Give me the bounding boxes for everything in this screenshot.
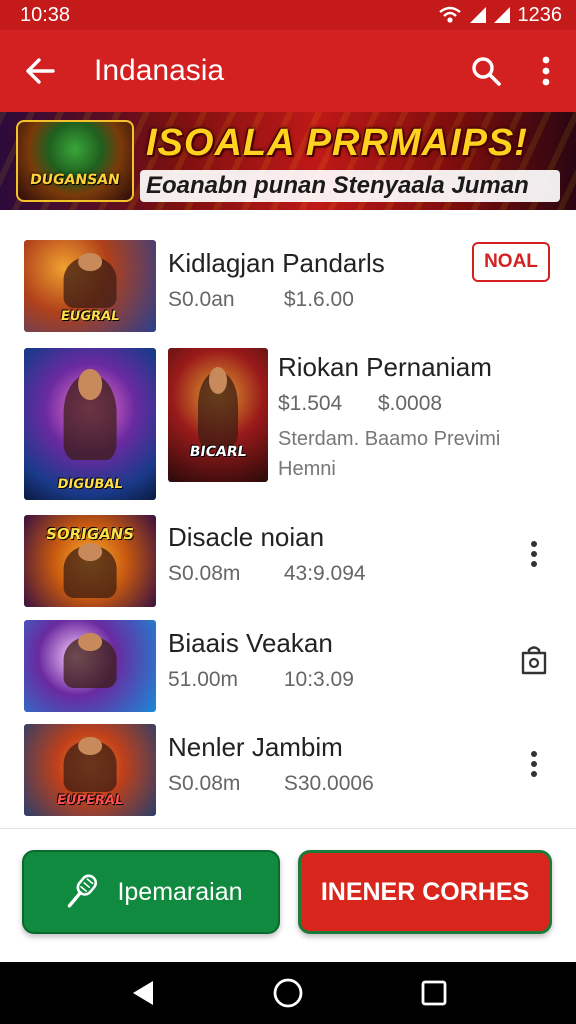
list-item[interactable]: DIGUBAL BICARL Riokan Pernaniam $1.504 $… <box>0 346 576 504</box>
banner-headline: ISOALA PRRMAIPS! <box>146 122 528 164</box>
game-logo-text: DUGANSAN <box>29 172 121 188</box>
list-item[interactable]: EUPERAL Nenler Jambim S0.08m S30.0006 <box>0 720 576 820</box>
nav-recents-icon[interactable] <box>421 980 447 1006</box>
item-meta-a: $1.504 <box>278 392 343 415</box>
app-title: Indanasia <box>94 54 225 87</box>
thumbnail-caption: DIGUBAL <box>56 477 124 492</box>
item-meta-b: S30.0006 <box>283 772 374 795</box>
search-icon <box>472 57 501 86</box>
item-title: Kidlagjan Pandarls <box>168 248 385 278</box>
thumbnail-caption: BICARL <box>188 444 248 460</box>
item-overflow-button[interactable] <box>514 744 554 784</box>
item-title: Biaais Veakan <box>168 628 333 658</box>
shopping-bag-icon <box>521 646 547 675</box>
app-bar: Indanasia <box>0 30 576 112</box>
thumbnail-caption: EUGRAL <box>59 309 121 324</box>
item-meta: S0.0an $1.6.00 <box>168 288 354 312</box>
item-meta: $1.504 $.0008 <box>278 392 442 416</box>
more-vert-icon <box>542 56 550 86</box>
search-button[interactable] <box>456 30 516 112</box>
banner-subline: Eoanabn punan Stenyaala Juman <box>140 170 560 202</box>
more-vert-icon <box>531 751 537 757</box>
wifi-icon <box>438 6 461 23</box>
secondary-action-button[interactable]: INENER CORHES <box>298 850 552 934</box>
status-bar: 10:38 1236 <box>0 0 576 30</box>
item-meta: 51.00m 10:3.09 <box>168 668 354 692</box>
thumbnail-caption: EUPERAL <box>55 793 125 808</box>
status-badge[interactable]: NOAL <box>472 242 550 282</box>
item-meta-b: 10:3.09 <box>283 668 354 691</box>
promo-banner[interactable]: DUGANSAN ISOALA PRRMAIPS! Eoanabn punan … <box>0 112 576 210</box>
primary-action-label: Ipemaraian <box>117 877 243 906</box>
item-meta: S0.08m S30.0006 <box>168 772 374 796</box>
item-title: Nenler Jambim <box>168 732 343 762</box>
nav-home-icon[interactable] <box>272 977 304 1009</box>
signal-icon-2 <box>493 7 510 23</box>
thumbnail-caption: SORIGANS <box>44 525 136 543</box>
status-time: 10:38 <box>20 3 71 26</box>
primary-action-button[interactable]: Ipemaraian <box>22 850 280 934</box>
game-logo: DUGANSAN <box>16 120 134 202</box>
item-meta-a: S0.08m <box>168 562 241 585</box>
game-list: EUGRAL Kidlagjan Pandarls S0.0an $1.6.00… <box>0 210 576 828</box>
arrow-left-icon <box>26 58 55 84</box>
battery-text: 1236 <box>517 3 563 26</box>
list-item[interactable]: SORIGANS Disacle noian S0.08m 43:9.094 <box>0 512 576 612</box>
game-thumbnail: EUPERAL <box>24 724 156 816</box>
more-vert-icon <box>531 541 537 547</box>
item-title: Disacle noian <box>168 522 325 552</box>
signal-icon <box>469 7 486 23</box>
secondary-action-label: INENER CORHES <box>320 877 530 906</box>
overflow-menu-button[interactable] <box>516 30 576 112</box>
list-item[interactable]: Biaais Veakan 51.00m 10:3.09 <box>0 616 576 716</box>
nav-back-icon[interactable] <box>129 979 155 1007</box>
item-meta-b: 43:9.094 <box>283 562 366 585</box>
item-overflow-button[interactable] <box>514 534 554 574</box>
item-meta: S0.08m 43:9.094 <box>168 562 366 586</box>
shopping-bag-button[interactable] <box>514 640 554 680</box>
item-meta-a: S0.08m <box>168 772 241 795</box>
game-thumbnail <box>24 620 156 712</box>
game-thumbnail-secondary: BICARL <box>168 348 268 482</box>
game-thumbnail: SORIGANS <box>24 515 156 607</box>
back-button[interactable] <box>0 30 80 112</box>
item-meta-a: 51.00m <box>168 668 239 691</box>
list-item[interactable]: EUGRAL Kidlagjan Pandarls S0.0an $1.6.00… <box>0 236 576 336</box>
item-meta-b: $1.6.00 <box>283 288 354 311</box>
game-thumbnail: EUGRAL <box>24 240 156 332</box>
microphone-icon <box>68 874 98 908</box>
item-title: Riokan Pernaniam <box>278 352 492 382</box>
item-meta-b: $.0008 <box>377 392 443 415</box>
item-meta-a: S0.0an <box>168 288 235 311</box>
system-nav-bar <box>0 962 576 1024</box>
divider <box>0 828 576 829</box>
item-description: Sterdam. Baamo Previmi Hemni <box>278 428 501 480</box>
game-thumbnail: DIGUBAL <box>24 348 156 500</box>
